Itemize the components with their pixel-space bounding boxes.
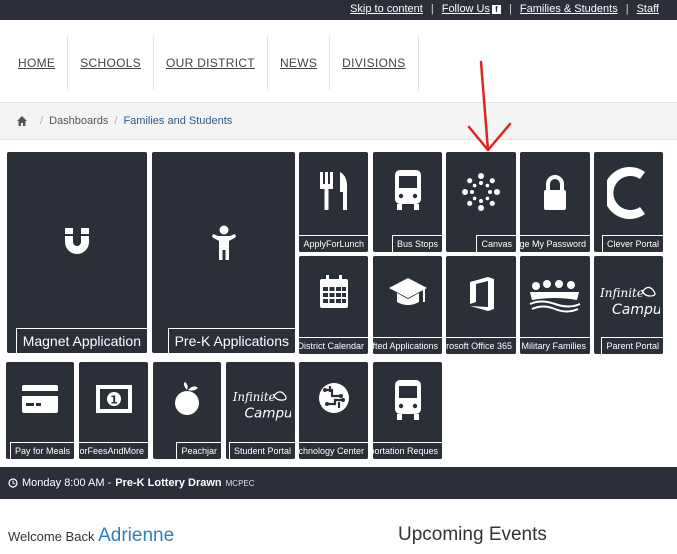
nav-news[interactable]: NEWS — [268, 36, 331, 90]
tile-label: Military Families — [520, 337, 590, 354]
child-icon — [211, 225, 236, 260]
user-name: Adrienne — [98, 525, 175, 546]
tile-microsoft-office-365[interactable]: Microsoft Office 365 — [446, 256, 516, 354]
main-navigation: HOME SCHOOLS OUR DISTRICT NEWS DIVISIONS — [6, 36, 419, 90]
military-families-icon — [529, 280, 581, 313]
event-organization: MCPEC — [225, 478, 255, 488]
bus-icon — [394, 170, 421, 210]
event-announcement-bar[interactable]: Monday 8:00 AM - Pre-K Lottery Drawn MCP… — [0, 467, 677, 499]
money-bill-icon: 1 — [95, 385, 132, 413]
follow-us-label: Follow Us — [441, 3, 491, 15]
breadcrumb-separator: / — [114, 115, 118, 127]
tile-label: Peachjar — [176, 442, 221, 459]
svg-text:Campus: Campus — [244, 406, 290, 422]
nav-schools[interactable]: SCHOOLS — [68, 36, 154, 90]
tile-peachjar[interactable]: Peachjar — [153, 362, 221, 459]
infinite-campus-logo-icon: Infinite Campus — [599, 286, 660, 318]
nav-home[interactable]: HOME — [6, 36, 69, 90]
canvas-logo-icon — [462, 173, 500, 211]
infinite-campus-logo-icon: Infinite Campus — [231, 390, 290, 422]
clever-logo-icon — [606, 167, 645, 219]
svg-text:Infinite: Infinite — [599, 286, 644, 300]
separator: | — [625, 3, 629, 15]
magnet-icon — [65, 228, 89, 254]
tile-label: Clever Portal — [601, 235, 663, 252]
tile-gifted-applications[interactable]: Gifted Applications — [373, 256, 442, 354]
fork-knife-icon — [319, 172, 347, 210]
tile-change-my-password[interactable]: Change My Password — [520, 152, 590, 252]
tile-district-calendar[interactable]: District Calendar — [299, 256, 368, 354]
breadcrumb: / Dashboards / Families and Students — [0, 102, 677, 140]
office-logo-icon — [470, 277, 494, 311]
tile-label: Gifted Applications — [373, 337, 442, 354]
tile-label: Transportation Reques — [373, 442, 442, 459]
separator: | — [509, 3, 512, 15]
nav-our-district[interactable]: OUR DISTRICT — [154, 36, 268, 90]
families-students-link[interactable]: Families & Students — [512, 3, 626, 15]
tile-label: Change My Password — [520, 235, 590, 252]
nav-divisions[interactable]: DIVISIONS — [330, 36, 419, 90]
tile-label: Parent Portal — [601, 337, 663, 354]
tile-label: Canvas — [476, 235, 516, 252]
event-title: Pre-K Lottery Drawn — [115, 477, 222, 489]
tile-magnet-application[interactable]: Magnet Application — [7, 152, 147, 353]
svg-text:Campus: Campus — [612, 302, 660, 318]
lock-icon — [544, 175, 566, 210]
tile-apply-for-lunch[interactable]: ApplyForLunch — [299, 152, 368, 252]
welcome-message: Welcome Back Adrienne — [8, 525, 174, 547]
tile-transportation-requests[interactable]: Transportation Reques — [373, 362, 442, 459]
tile-label: Technology Center — [299, 442, 368, 459]
skip-to-content-link[interactable]: Skip to content — [342, 3, 431, 15]
separator: | — [430, 3, 434, 15]
home-icon[interactable] — [16, 115, 28, 127]
breadcrumb-current: Families and Students — [123, 115, 233, 127]
breadcrumb-separator: / — [40, 115, 44, 127]
tile-label: Pre-K Applications — [167, 328, 295, 353]
credit-card-icon — [22, 385, 58, 413]
tile-pay-for-meals[interactable]: Pay for Meals — [6, 362, 74, 459]
tile-label: Pay for Meals — [9, 442, 74, 459]
tile-label: ApplyForLunch — [299, 235, 368, 252]
tile-label: Student Portal — [228, 442, 295, 459]
svg-text:1: 1 — [110, 394, 118, 407]
follow-us-link[interactable]: Follow Us f — [434, 3, 509, 15]
tile-label: District Calendar — [299, 337, 368, 354]
tile-bus-stops[interactable]: Bus Stops — [373, 152, 442, 252]
tile-technology-center[interactable]: Technology Center — [299, 362, 368, 459]
peach-icon — [175, 382, 199, 415]
tile-pre-k-applications[interactable]: Pre-K Applications — [152, 152, 295, 353]
tile-military-families[interactable]: Military Families — [520, 256, 590, 354]
tile-label: Microsoft Office 365 — [446, 337, 516, 354]
tile-label: Magnet Application — [15, 328, 147, 353]
clock-icon — [8, 478, 18, 488]
circuit-icon — [318, 383, 349, 413]
tile-label: PayForFeesAndMore — [79, 442, 148, 459]
top-utility-bar: Skip to content | Follow Us f | Families … — [0, 0, 677, 20]
event-time: Monday 8:00 AM - — [22, 477, 112, 489]
welcome-prefix: Welcome Back — [8, 529, 95, 544]
bus-icon — [394, 380, 421, 420]
graduation-cap-icon — [388, 278, 427, 305]
breadcrumb-dashboards[interactable]: Dashboards — [49, 115, 108, 127]
tile-parent-portal[interactable]: Infinite Campus Parent Portal — [594, 256, 663, 354]
tile-student-portal[interactable]: Infinite Campus Student Portal — [226, 362, 295, 459]
staff-link[interactable]: Staff — [629, 3, 667, 15]
utility-links: Skip to content | Follow Us f | Families … — [342, 3, 667, 15]
tile-pay-for-fees-and-more[interactable]: 1 PayForFeesAndMore — [79, 362, 148, 459]
tile-label: Bus Stops — [391, 235, 442, 252]
svg-text:Infinite: Infinite — [231, 390, 275, 404]
tile-clever-portal[interactable]: Clever Portal — [594, 152, 663, 252]
upcoming-events-heading: Upcoming Events — [398, 524, 547, 545]
calendar-icon — [319, 275, 348, 308]
facebook-icon: f — [492, 5, 502, 14]
tile-canvas[interactable]: Canvas — [446, 152, 516, 252]
